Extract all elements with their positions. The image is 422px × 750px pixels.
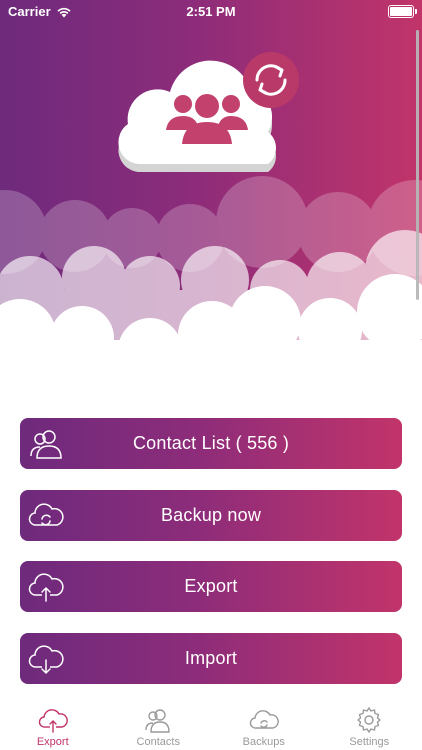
import-button[interactable]: Import [20, 632, 402, 684]
contact-list-label: Contact List ( 556 ) [132, 433, 290, 453]
contacts-icon [145, 709, 170, 733]
backup-now-button[interactable]: Backup now [20, 489, 402, 541]
tab-export-label: Export [36, 736, 69, 748]
tab-export[interactable]: Export [0, 700, 106, 750]
tab-contacts[interactable]: Contacts [106, 700, 212, 750]
export-button[interactable]: Export [20, 561, 402, 612]
gear-icon [357, 707, 381, 733]
cloud-upload-icon [28, 573, 64, 602]
sync-badge-icon [243, 52, 299, 108]
cloud-sync-icon [249, 710, 279, 729]
contacts-icon [30, 430, 62, 459]
tab-backups[interactable]: Backups [211, 700, 317, 750]
tab-bar: Export Contacts Backups Settings [0, 700, 422, 750]
import-label: Import [184, 647, 238, 668]
contact-list-button[interactable]: Contact List ( 556 ) [20, 418, 402, 469]
tab-backups-label: Backups [242, 736, 285, 748]
main-menu: Contact List ( 556 ) Backup now Export I… [20, 418, 402, 704]
export-label: Export [184, 576, 238, 596]
hero-banner: Carrier 2:51 PM [0, 0, 422, 400]
app-logo [118, 52, 299, 172]
backup-now-label: Backup now [160, 504, 262, 525]
cloud-upload-icon [38, 709, 68, 733]
tab-contacts-label: Contacts [136, 736, 180, 748]
tab-settings-label: Settings [349, 736, 390, 748]
cloud-download-icon [28, 644, 64, 674]
tab-settings[interactable]: Settings [317, 700, 422, 750]
scrollbar-thumb[interactable] [416, 30, 419, 300]
cloud-sync-icon [28, 502, 64, 526]
